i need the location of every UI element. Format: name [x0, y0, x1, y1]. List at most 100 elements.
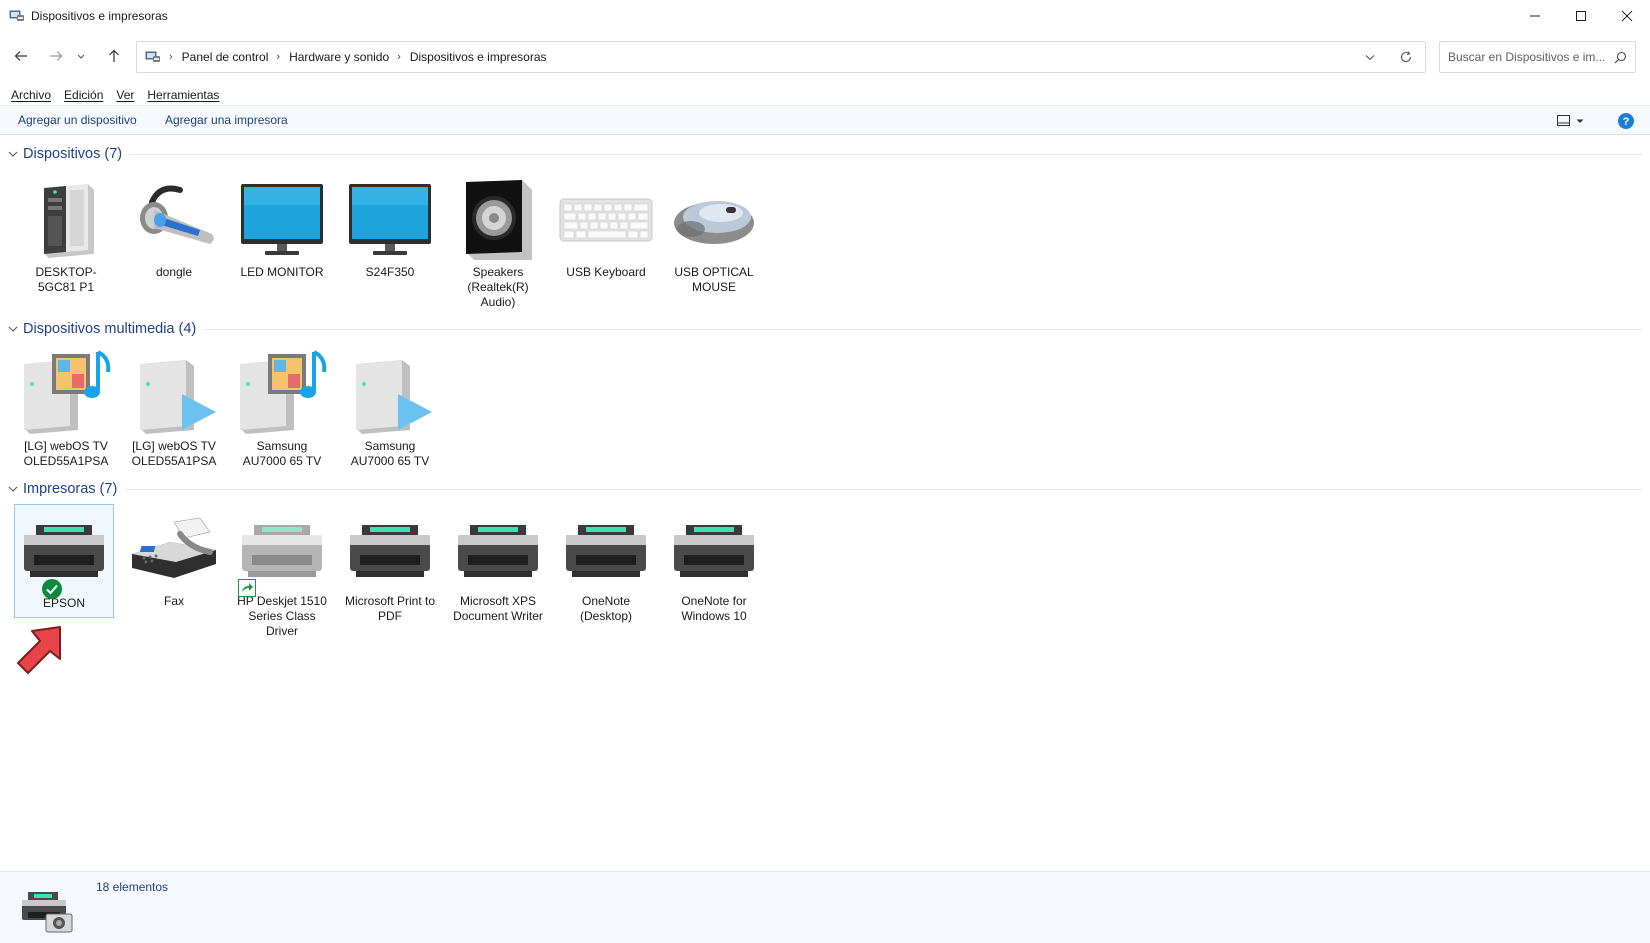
media-device-item[interactable]: Samsung AU7000 65 TV — [340, 350, 440, 469]
device-label: dongle — [155, 265, 193, 279]
media-server-icon — [18, 350, 114, 438]
device-item[interactable]: DESKTOP-5GC81 P1 — [16, 176, 116, 295]
device-label: DESKTOP-5GC81 P1 — [35, 265, 97, 294]
printer-icon — [16, 505, 112, 599]
menu-archivo[interactable]: Archivo — [11, 88, 51, 102]
device-label: [LG] webOS TV OLED55A1PSA — [23, 439, 109, 468]
fax-icon — [126, 505, 222, 593]
device-label: [LG] webOS TV OLED55A1PSA — [131, 439, 217, 468]
change-view-button[interactable] — [1557, 113, 1593, 129]
media-renderer-icon — [342, 350, 438, 438]
close-button[interactable] — [1604, 0, 1650, 31]
printer-item[interactable]: Microsoft Print to PDF — [340, 505, 440, 624]
printer-shared-icon — [234, 505, 330, 597]
maximize-button[interactable] — [1558, 0, 1604, 31]
printer-item-selected[interactable]: EPSON — [14, 504, 114, 618]
forward-button[interactable] — [44, 44, 68, 68]
menu-ver[interactable]: Ver — [116, 88, 134, 102]
printer-item[interactable]: OneNote for Windows 10 — [664, 505, 764, 624]
back-button[interactable] — [9, 44, 33, 68]
breadcrumb-devices-printers[interactable]: Dispositivos e impresoras — [410, 50, 547, 64]
device-label: EPSON — [42, 596, 85, 610]
status-bar: 18 elementos — [0, 871, 1650, 943]
navigation-bar: › Panel de control › Hardware y sonido ›… — [0, 37, 1650, 75]
default-check-icon — [42, 579, 62, 599]
chevron-down-icon[interactable] — [8, 324, 18, 334]
device-label: USB OPTICAL MOUSE — [674, 265, 754, 294]
breadcrumb-hardware-sound[interactable]: Hardware y sonido — [289, 50, 389, 64]
device-item[interactable]: Speakers (Realtek(R) Audio) — [448, 176, 548, 310]
device-label: Samsung AU7000 65 TV — [350, 439, 430, 468]
printer-item[interactable]: Fax — [124, 505, 224, 609]
shortcut-arrow-icon — [238, 579, 256, 597]
menu-herramientas[interactable]: Herramientas — [147, 88, 219, 102]
chevron-down-icon — [1576, 119, 1584, 123]
group-title: Dispositivos multimedia (4) — [23, 321, 197, 337]
media-device-item[interactable]: [LG] webOS TV OLED55A1PSA — [124, 350, 224, 469]
group-header-printers[interactable]: Impresoras (7) — [0, 479, 1650, 499]
window-title: Dispositivos e impresoras — [31, 8, 168, 23]
maximize-icon — [1576, 10, 1586, 21]
command-bar: Agregar un dispositivo Agregar una impre… — [0, 105, 1650, 135]
media-renderer-icon — [126, 350, 222, 438]
chevron-down-icon — [77, 54, 85, 59]
device-label: Fax — [163, 594, 184, 608]
view-pane-icon — [1557, 115, 1570, 126]
printer-item[interactable]: HP Deskjet 1510 Series Class Driver — [232, 505, 332, 639]
red-pointer-arrow-icon — [17, 626, 61, 674]
breadcrumb: › Panel de control › Hardware y sonido ›… — [161, 50, 547, 64]
chevron-down-icon[interactable] — [8, 149, 18, 159]
device-item[interactable]: USB Keyboard — [556, 176, 656, 280]
add-device-button[interactable]: Agregar un dispositivo — [18, 113, 137, 127]
refresh-icon[interactable] — [1399, 50, 1413, 64]
device-label: OneNote for Windows 10 — [681, 594, 747, 623]
speaker-icon — [450, 176, 546, 264]
close-icon — [1621, 10, 1633, 21]
device-label: HP Deskjet 1510 Series Class Driver — [237, 594, 327, 638]
group-header-devices[interactable]: Dispositivos (7) — [0, 144, 1650, 164]
device-item[interactable]: S24F350 — [340, 176, 440, 280]
bluetooth-headset-icon — [126, 176, 222, 264]
device-label: Microsoft Print to PDF — [344, 594, 436, 623]
add-printer-button[interactable]: Agregar una impresora — [165, 113, 288, 127]
help-icon[interactable]: ? — [1617, 112, 1635, 130]
search-input[interactable] — [1448, 50, 1608, 64]
menu-edicion[interactable]: Edición — [64, 88, 103, 102]
device-label: Microsoft XPS Document Writer — [453, 594, 543, 623]
search-icon[interactable] — [1614, 51, 1627, 64]
breadcrumb-control-panel[interactable]: Panel de control — [182, 50, 269, 64]
minimize-button[interactable] — [1512, 0, 1558, 31]
device-item[interactable]: USB OPTICAL MOUSE — [664, 176, 764, 295]
arrow-right-icon — [50, 51, 63, 61]
minimize-icon — [1530, 15, 1540, 16]
item-count: 18 elementos — [96, 880, 169, 894]
keyboard-icon — [558, 176, 654, 264]
search-box[interactable] — [1439, 41, 1636, 73]
group-divider — [125, 488, 1642, 490]
recent-locations-button[interactable] — [74, 44, 88, 68]
printer-icon — [558, 505, 654, 593]
arrow-up-icon — [109, 49, 119, 62]
media-device-item[interactable]: Samsung AU7000 65 TV — [232, 350, 332, 469]
group-header-multimedia[interactable]: Dispositivos multimedia (4) — [0, 319, 1650, 339]
device-item[interactable]: LED MONITOR — [232, 176, 332, 280]
chevron-down-icon[interactable] — [8, 484, 18, 494]
devices-printers-icon — [9, 10, 24, 21]
arrow-left-icon — [14, 51, 27, 61]
breadcrumb-separator[interactable]: › — [397, 51, 401, 63]
window-controls — [1512, 0, 1650, 31]
printer-item[interactable]: OneNote (Desktop) — [556, 505, 656, 624]
address-history-chevron-icon[interactable] — [1363, 50, 1377, 64]
device-item[interactable]: dongle — [124, 176, 224, 280]
address-bar[interactable]: › Panel de control › Hardware y sonido ›… — [136, 41, 1426, 73]
breadcrumb-separator[interactable]: › — [169, 51, 173, 63]
printer-item[interactable]: Microsoft XPS Document Writer — [448, 505, 548, 624]
breadcrumb-separator[interactable]: › — [276, 51, 280, 63]
printer-icon — [342, 505, 438, 593]
device-label: USB Keyboard — [566, 265, 646, 279]
menu-bar: Archivo Edición Ver Herramientas — [0, 85, 221, 105]
group-title: Impresoras (7) — [23, 481, 118, 497]
up-button[interactable] — [102, 44, 126, 68]
device-list: Dispositivos (7) DESKTOP-5GC81 P1 dongle… — [0, 136, 1650, 871]
media-device-item[interactable]: [LG] webOS TV OLED55A1PSA — [16, 350, 116, 469]
